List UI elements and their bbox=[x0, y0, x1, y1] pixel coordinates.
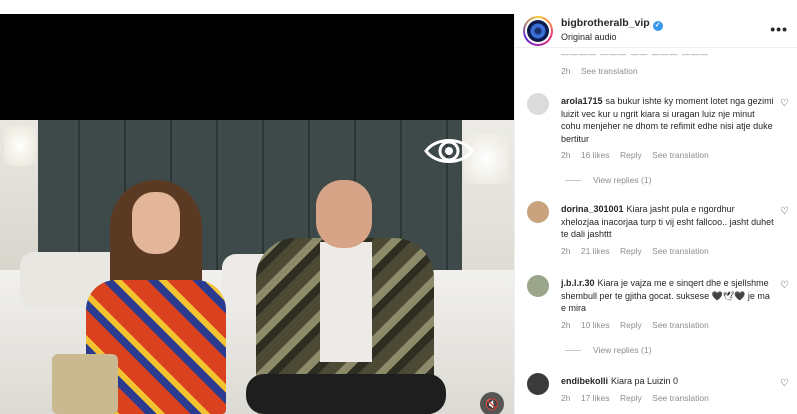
comment-time: 2h bbox=[561, 392, 571, 403]
reply-button[interactable]: Reply bbox=[620, 393, 642, 403]
comment-likes[interactable]: 17 likes bbox=[581, 393, 610, 403]
comment-meta: 2h 21 likes Reply See translation bbox=[561, 245, 775, 258]
heart-icon[interactable]: ♡ bbox=[780, 281, 790, 291]
account-avatar[interactable] bbox=[523, 16, 553, 46]
comment-time: 2h bbox=[561, 319, 571, 330]
verified-badge-icon: ✓ bbox=[652, 21, 663, 31]
lamp-left bbox=[4, 126, 36, 166]
comment-username[interactable]: dorina_301001 bbox=[561, 204, 624, 214]
avatar[interactable] bbox=[527, 201, 549, 223]
speaker-muted-icon[interactable]: 🔇 bbox=[480, 392, 504, 414]
partial-comment-text: ———— ——— —— ——— ——— bbox=[561, 50, 709, 59]
comment-likes[interactable]: 10 likes bbox=[581, 320, 610, 330]
heart-icon[interactable]: ♡ bbox=[780, 207, 790, 217]
comment-meta: 2h 17 likes Reply See translation bbox=[561, 392, 775, 405]
person-right bbox=[246, 178, 446, 414]
see-translation-link[interactable]: See translation bbox=[652, 393, 709, 403]
avatar[interactable] bbox=[527, 93, 549, 115]
comment-time: 2h bbox=[561, 245, 571, 256]
see-translation-link[interactable]: See translation bbox=[652, 150, 709, 160]
more-options-icon[interactable]: ••• bbox=[770, 21, 788, 37]
comment-username[interactable]: arola1715 bbox=[561, 96, 603, 106]
comment-time: 2h bbox=[561, 150, 571, 160]
heart-icon[interactable]: ♡ bbox=[780, 379, 790, 389]
comment-meta: 2h 16 likes Reply See translation bbox=[561, 149, 775, 162]
comment-username[interactable]: j.b.l.r.30 bbox=[561, 278, 595, 288]
see-translation-link[interactable]: See translation bbox=[652, 246, 709, 256]
post-side-panel: bigbrotheralb_vip ✓ Original audio ••• ——… bbox=[514, 14, 797, 414]
comment-likes[interactable]: 16 likes bbox=[581, 150, 610, 160]
view-replies-button[interactable]: View replies (1) bbox=[565, 345, 651, 355]
comment-time: 2h bbox=[561, 66, 571, 76]
avatar[interactable] bbox=[527, 275, 549, 297]
reply-button[interactable]: Reply bbox=[620, 150, 642, 160]
comment-username[interactable]: endibekolli bbox=[561, 376, 608, 386]
handbag bbox=[52, 354, 118, 414]
browser-top-strip bbox=[0, 0, 797, 14]
video-player[interactable]: 🔇 bbox=[0, 14, 514, 414]
reply-button[interactable]: Reply bbox=[620, 320, 642, 330]
account-username[interactable]: bigbrotheralb_vip ✓ bbox=[561, 17, 663, 31]
audio-link[interactable]: Original audio bbox=[561, 32, 617, 42]
comment-text: Kiara pa Luizin 0 bbox=[611, 376, 679, 386]
comment-likes[interactable]: 21 likes bbox=[581, 246, 610, 256]
see-translation-link[interactable]: See translation bbox=[581, 66, 638, 76]
view-replies-button[interactable]: View replies (1) bbox=[565, 175, 651, 185]
reply-button[interactable]: Reply bbox=[620, 246, 642, 256]
avatar[interactable] bbox=[527, 373, 549, 395]
partial-comment-meta: 2h See translation bbox=[561, 66, 646, 76]
divider-line bbox=[565, 180, 581, 182]
comment-meta: 2h 10 likes Reply See translation bbox=[561, 319, 775, 332]
post-header: bigbrotheralb_vip ✓ Original audio ••• bbox=[515, 14, 797, 48]
heart-icon[interactable]: ♡ bbox=[780, 99, 790, 109]
see-translation-link[interactable]: See translation bbox=[652, 320, 709, 330]
comments-list[interactable]: ———— ——— —— ——— ——— 2h See translation a… bbox=[515, 49, 797, 414]
big-brother-eye-icon bbox=[527, 20, 549, 42]
big-brother-eye-icon bbox=[424, 139, 474, 163]
divider-line bbox=[565, 350, 581, 352]
